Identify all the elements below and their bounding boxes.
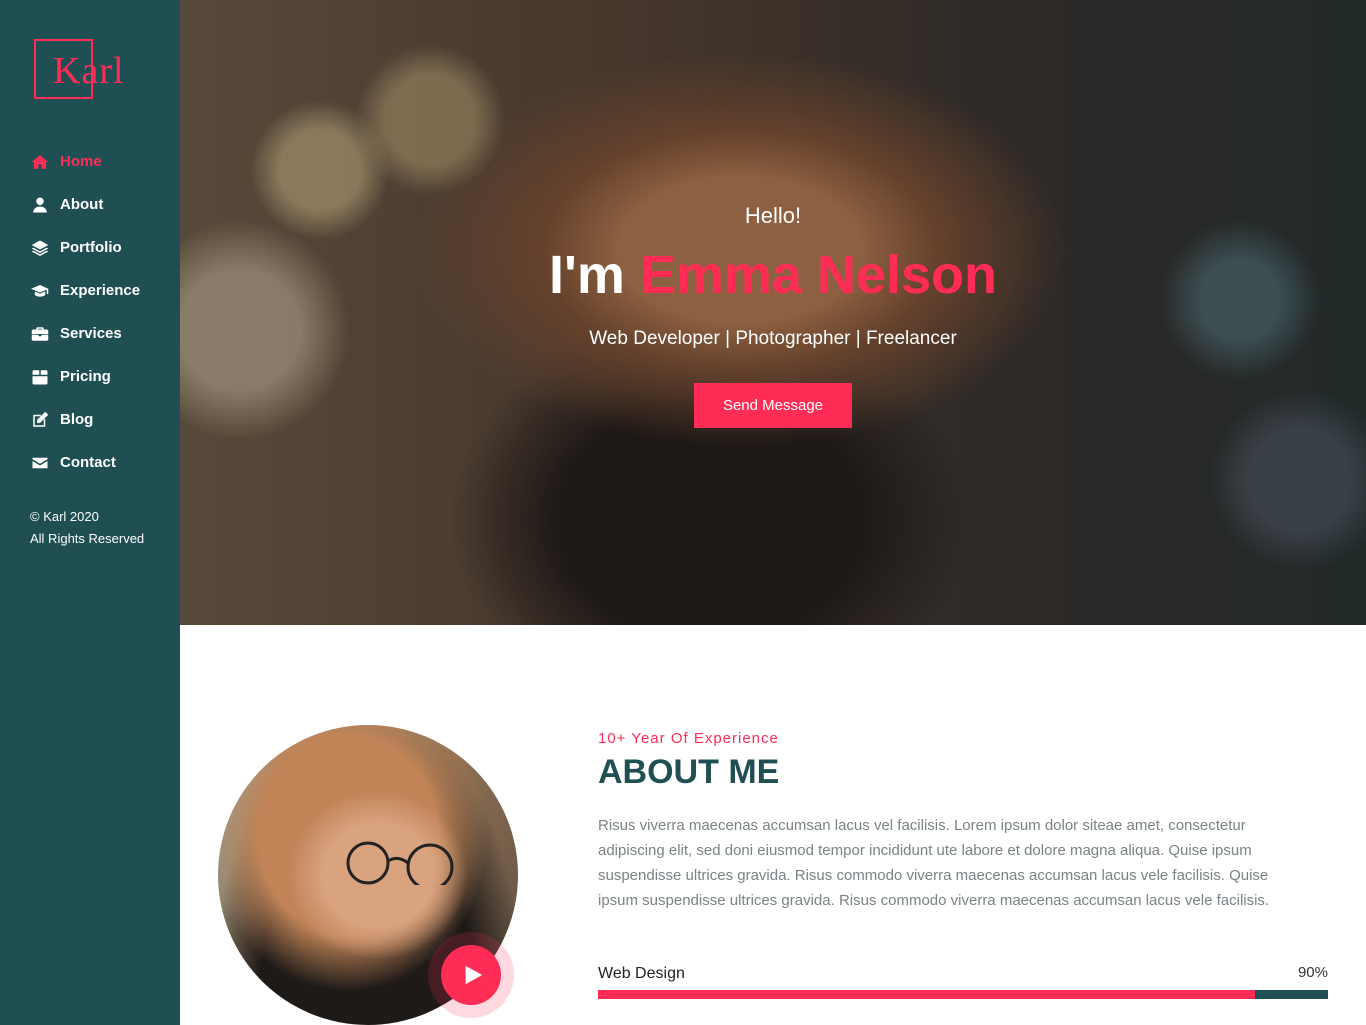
play-button-halo [428,932,514,1018]
sidebar-item-experience[interactable]: Experience [30,269,140,312]
glasses-graphic [338,835,468,891]
sidebar-item-label: Services [60,325,122,342]
play-button[interactable] [441,945,501,1005]
sidebar-item-label: Contact [60,454,116,471]
sidebar-item-label: Experience [60,282,141,299]
hero-roles: Web Developer | Photographer | Freelance… [589,328,957,349]
briefcase-icon [30,324,50,344]
envelope-icon [30,453,50,473]
sidebar-item-pricing[interactable]: Pricing [30,355,140,398]
about-text: Risus viverra maecenas accumsan lacus ve… [598,817,1270,909]
sidebar-nav: Home About Portfolio Experience Services [30,140,140,484]
rights-line: All Rights Reserved [30,531,145,546]
graduation-cap-icon [30,281,50,301]
sidebar-item-label: Portfolio [60,239,122,256]
sidebar-item-about[interactable]: About [30,183,140,226]
sidebar-item-label: Home [60,153,102,170]
copyright-line: © Karl 2020 [30,509,99,524]
hero-name-prefix: I'm [549,245,625,305]
about-title: ABOUT ME [598,753,780,791]
sidebar-item-services[interactable]: Services [30,312,140,355]
skill-percent: 90% [1297,964,1328,981]
hero-content: Hello! I'm Emma Nelson Web Developer | P… [180,0,1366,625]
sidebar-item-label: About [60,196,104,213]
skill-progress-bar [598,990,1328,999]
logo[interactable]: Karl [34,39,130,101]
layers-icon [30,238,50,258]
sidebar-item-blog[interactable]: Blog [30,398,140,441]
hero-title: I'm Emma Nelson [180,240,1366,310]
user-icon [30,195,50,215]
play-icon [465,965,483,985]
skill-label: Web Design [598,965,685,982]
sidebar-item-label: Pricing [60,368,111,385]
home-icon [30,152,50,172]
box-icon [30,367,50,387]
sidebar-item-contact[interactable]: Contact [30,441,140,484]
logo-text: Karl [53,50,125,92]
skill-progress-fill [598,990,1255,999]
hero-banner: Hello! I'm Emma Nelson Web Developer | P… [180,0,1366,625]
sidebar-item-portfolio[interactable]: Portfolio [30,226,140,269]
about-subtitle: 10+ Year Of Experience [598,730,779,747]
hero-name: Emma Nelson [639,245,997,305]
sidebar-item-label: Blog [60,411,94,428]
copyright: © Karl 2020 All Rights Reserved [30,506,144,550]
edit-icon [30,410,50,430]
sidebar-item-home[interactable]: Home [30,140,140,183]
sidebar: Karl Home About Portfolio Experience Ser… [0,0,180,1025]
send-message-button[interactable]: Send Message [694,383,852,428]
hero-greeting: Hello! [744,203,802,228]
